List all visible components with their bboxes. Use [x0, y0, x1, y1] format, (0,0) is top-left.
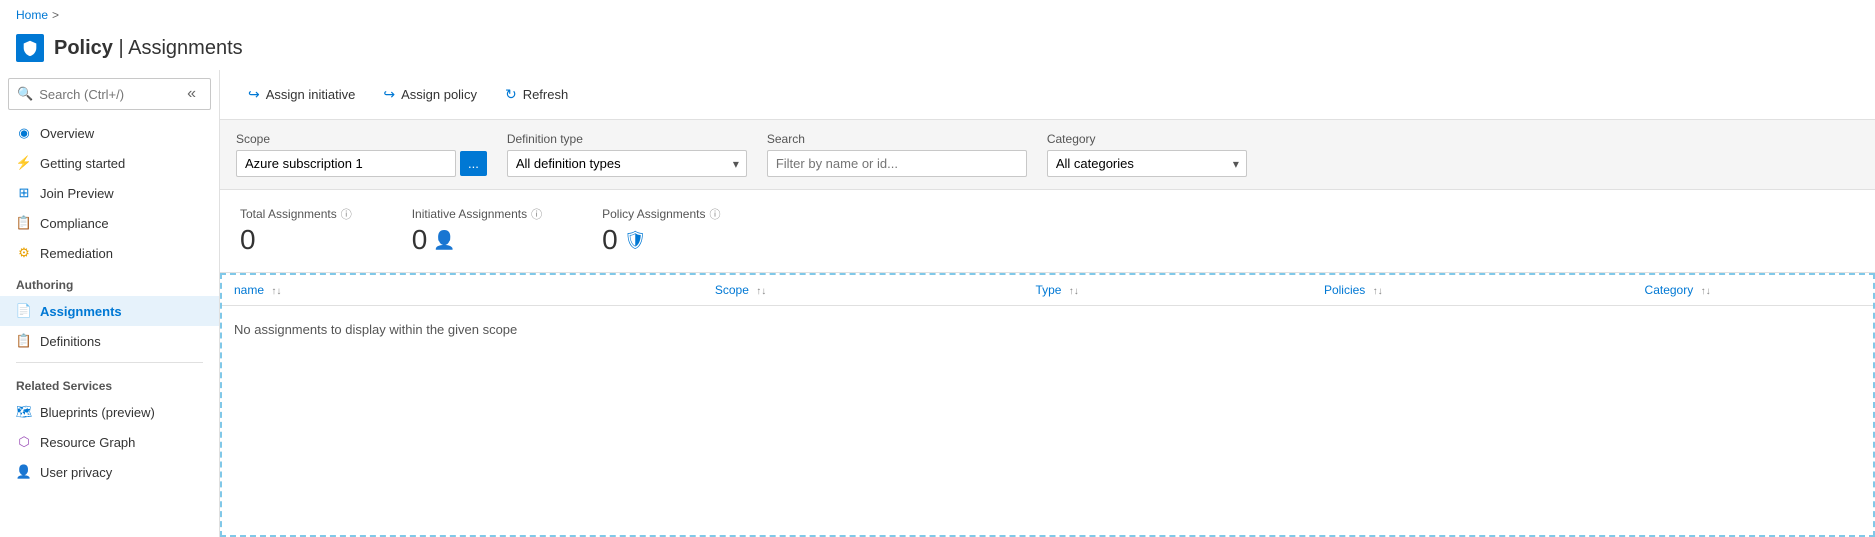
table-header: name ↑↓ Scope ↑↓ Type ↑↓ Policies	[222, 275, 1873, 306]
sort-category-icon: ↑↓	[1701, 286, 1711, 297]
sidebar-item-getting-started[interactable]: ⚡ Getting started	[0, 148, 219, 178]
scope-filter: Scope ...	[236, 132, 487, 177]
no-data-row: No assignments to display within the giv…	[222, 306, 1873, 354]
scope-input[interactable]	[236, 150, 456, 177]
definitions-icon: 📋	[16, 333, 32, 349]
related-section-label: Related Services	[0, 369, 219, 397]
category-label: Category	[1047, 132, 1247, 146]
initiative-assignments-value: 0 👤	[412, 224, 542, 256]
assignments-table: name ↑↓ Scope ↑↓ Type ↑↓ Policies	[222, 275, 1873, 353]
sidebar-item-assignments[interactable]: 📄 Assignments	[0, 296, 219, 326]
search-input[interactable]	[39, 87, 175, 102]
definition-type-filter: Definition type All definition types Ini…	[507, 132, 747, 177]
policy-assignments-value: 0 🛡	[602, 224, 720, 256]
scope-label: Scope	[236, 132, 487, 146]
search-filter-input[interactable]	[767, 150, 1027, 177]
overview-icon: ◉	[16, 125, 32, 141]
search-box[interactable]: 🔍 «	[8, 78, 211, 110]
sidebar-item-blueprints[interactable]: 🗺 Blueprints (preview)	[0, 397, 219, 427]
assign-initiative-button[interactable]: ↪ Assign initiative	[236, 80, 367, 109]
sidebar-item-remediation[interactable]: ⚙ Remediation	[0, 238, 219, 268]
policy-icon	[16, 34, 44, 62]
no-data-message: No assignments to display within the giv…	[222, 306, 1873, 354]
initiative-stat-icon: 👤	[433, 230, 455, 251]
sidebar-item-definitions[interactable]: 📋 Definitions	[0, 326, 219, 356]
total-assignments-value: 0	[240, 224, 352, 256]
sort-scope-icon: ↑↓	[756, 286, 766, 297]
authoring-section-label: Authoring	[0, 268, 219, 296]
sort-type-icon: ↑↓	[1069, 286, 1079, 297]
initiative-info-icon[interactable]: ⓘ	[531, 206, 542, 222]
assign-policy-icon: ↪	[383, 86, 395, 103]
preview-icon: ⊞	[16, 185, 32, 201]
sidebar-item-user-privacy[interactable]: 👤 User privacy	[0, 457, 219, 487]
filter-bar: Scope ... Definition type All definition…	[220, 120, 1875, 190]
category-filter: Category All categories	[1047, 132, 1247, 177]
content-area: ↪ Assign initiative ↪ Assign policy ↻ Re…	[220, 70, 1875, 537]
stats-row: Total Assignments ⓘ 0 Initiative Assignm…	[220, 190, 1875, 273]
breadcrumb: Home >	[0, 0, 1875, 30]
category-select[interactable]: All categories	[1047, 150, 1247, 177]
definition-type-select[interactable]: All definition types Initiative Policy	[507, 150, 747, 177]
col-header-name[interactable]: name ↑↓	[222, 275, 703, 306]
assignments-icon: 📄	[16, 303, 32, 319]
collapse-button[interactable]: «	[181, 83, 202, 105]
col-header-policies[interactable]: Policies ↑↓	[1312, 275, 1633, 306]
assign-policy-button[interactable]: ↪ Assign policy	[371, 80, 489, 109]
definition-type-label: Definition type	[507, 132, 747, 146]
nav-divider	[16, 362, 203, 363]
policy-assignments-label: Policy Assignments ⓘ	[602, 206, 720, 222]
sort-policies-icon: ↑↓	[1373, 286, 1383, 297]
search-filter: Search	[767, 132, 1027, 177]
total-assignments-label: Total Assignments ⓘ	[240, 206, 352, 222]
col-header-type[interactable]: Type ↑↓	[1023, 275, 1312, 306]
initiative-assignments-label: Initiative Assignments ⓘ	[412, 206, 542, 222]
search-icon: 🔍	[17, 86, 33, 102]
refresh-icon: ↻	[505, 86, 517, 103]
total-info-icon[interactable]: ⓘ	[341, 206, 352, 222]
total-assignments-stat: Total Assignments ⓘ 0	[240, 206, 352, 256]
scope-browse-button[interactable]: ...	[460, 151, 487, 176]
breadcrumb-home[interactable]: Home	[16, 8, 48, 22]
policy-assignments-stat: Policy Assignments ⓘ 0 🛡	[602, 206, 720, 256]
definition-type-select-wrapper: All definition types Initiative Policy	[507, 150, 747, 177]
compliance-icon: 📋	[16, 215, 32, 231]
sidebar-item-overview[interactable]: ◉ Overview	[0, 118, 219, 148]
sidebar-item-compliance[interactable]: 📋 Compliance	[0, 208, 219, 238]
user-privacy-icon: 👤	[16, 464, 32, 480]
assign-initiative-icon: ↪	[248, 86, 260, 103]
refresh-button[interactable]: ↻ Refresh	[493, 80, 580, 109]
remediation-icon: ⚙	[16, 245, 32, 261]
resource-graph-icon: ⬡	[16, 434, 32, 450]
toolbar: ↪ Assign initiative ↪ Assign policy ↻ Re…	[220, 70, 1875, 120]
col-header-category[interactable]: Category ↑↓	[1633, 275, 1873, 306]
policy-info-icon[interactable]: ⓘ	[710, 206, 721, 222]
table-body: No assignments to display within the giv…	[222, 306, 1873, 354]
sidebar-item-join-preview[interactable]: ⊞ Join Preview	[0, 178, 219, 208]
policy-icon-svg	[21, 39, 39, 57]
sidebar-item-resource-graph[interactable]: ⬡ Resource Graph	[0, 427, 219, 457]
category-select-wrapper: All categories	[1047, 150, 1247, 177]
blueprints-icon: 🗺	[16, 404, 32, 420]
page-title: Policy | Assignments	[54, 37, 243, 60]
sidebar: 🔍 « ◉ Overview ⚡ Getting started ⊞ Join …	[0, 70, 220, 537]
policy-stat-icon: 🛡	[624, 230, 647, 251]
initiative-assignments-stat: Initiative Assignments ⓘ 0 👤	[412, 206, 542, 256]
assignments-table-container: name ↑↓ Scope ↑↓ Type ↑↓ Policies	[220, 273, 1875, 537]
lightning-icon: ⚡	[16, 155, 32, 171]
search-label: Search	[767, 132, 1027, 146]
sort-name-icon: ↑↓	[271, 286, 281, 297]
page-header: Policy | Assignments	[0, 30, 1875, 70]
col-header-scope[interactable]: Scope ↑↓	[703, 275, 1024, 306]
breadcrumb-separator: >	[52, 8, 59, 22]
